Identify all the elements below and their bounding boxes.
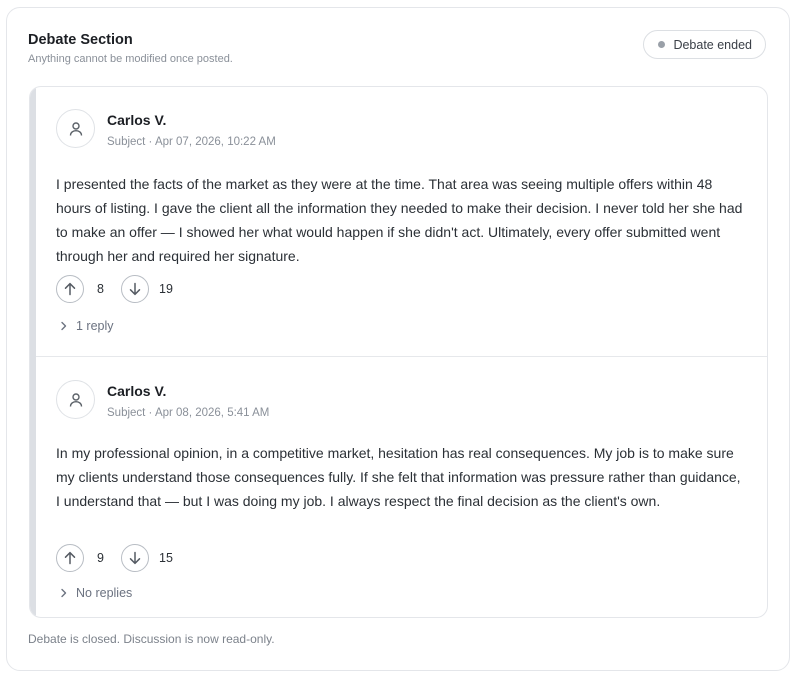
footer-note: Debate is closed. Discussion is now read… xyxy=(28,632,275,646)
debate-thread: Carlos V. Subject · Apr 07, 2026, 10:22 … xyxy=(29,86,768,618)
post-body: I presented the facts of the market as t… xyxy=(56,176,743,264)
section-title: Debate Section xyxy=(28,32,133,48)
debate-post: Carlos V. Subject · Apr 07, 2026, 10:22 … xyxy=(36,87,767,357)
upvote-button[interactable] xyxy=(56,544,84,572)
section-header: Debate Section Anything cannot be modifi… xyxy=(28,32,233,65)
section-subtitle: Anything cannot be modified once posted. xyxy=(28,53,233,65)
status-dot-icon xyxy=(658,41,666,48)
arrow-up-icon xyxy=(64,551,76,565)
replies-label: No replies xyxy=(76,586,133,600)
downvote-button[interactable] xyxy=(121,544,149,572)
arrow-up-icon xyxy=(64,282,76,296)
chevron-right-icon xyxy=(61,321,67,331)
replies-toggle[interactable]: No replies xyxy=(60,586,132,600)
status-badge: Debate ended xyxy=(643,30,766,59)
post-meta: Subject · Apr 08, 2026, 5:41 AM xyxy=(107,407,270,419)
post-body: In my professional opinion, in a competi… xyxy=(56,445,741,509)
upvote-count: 8 xyxy=(97,282,104,296)
upvote-button[interactable] xyxy=(56,275,84,303)
arrow-down-icon xyxy=(129,282,141,296)
user-icon xyxy=(56,109,95,148)
user-icon xyxy=(56,380,95,419)
status-label: Debate ended xyxy=(673,37,752,52)
post-author: Carlos V. xyxy=(107,112,167,128)
downvote-button[interactable] xyxy=(121,275,149,303)
vote-row: 9 15 xyxy=(56,544,173,572)
debate-post: Carlos V. Subject · Apr 08, 2026, 5:41 A… xyxy=(36,357,767,617)
debate-section-panel: Debate Section Anything cannot be modifi… xyxy=(6,7,790,671)
chevron-right-icon xyxy=(61,588,67,598)
post-author: Carlos V. xyxy=(107,383,167,399)
upvote-count: 9 xyxy=(97,551,104,565)
downvote-count: 15 xyxy=(159,551,173,565)
replies-toggle[interactable]: 1 reply xyxy=(60,319,114,333)
vote-row: 8 19 xyxy=(56,275,173,303)
replies-label: 1 reply xyxy=(76,319,114,333)
downvote-count: 19 xyxy=(159,282,173,296)
post-meta: Subject · Apr 07, 2026, 10:22 AM xyxy=(107,136,276,148)
arrow-down-icon xyxy=(129,551,141,565)
